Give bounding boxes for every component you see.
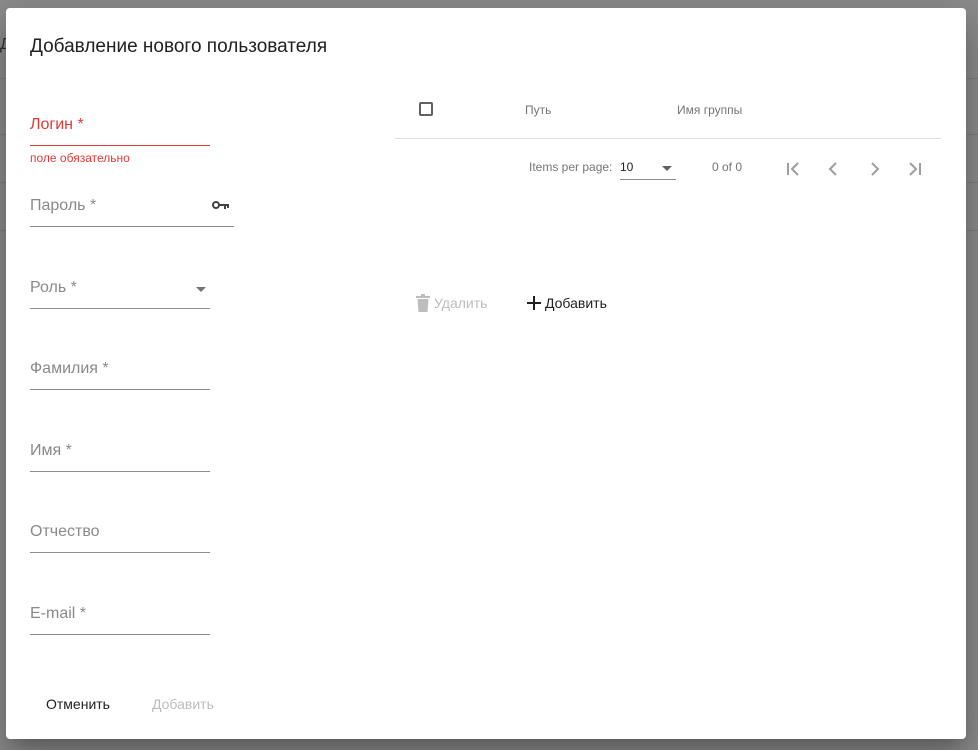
last-name-label: Фамилия * [30,360,109,377]
items-per-page-underline [620,179,676,180]
email-underline [30,634,210,635]
last-page-icon[interactable] [905,160,923,178]
add-user-dialog: Добавление нового пользователя Логин * п… [6,8,966,739]
login-error: поле обязательно [30,151,130,165]
middle-name-label: Отчество [30,523,100,540]
cancel-button[interactable]: Отменить [46,696,110,712]
role-label: Роль * [30,279,77,296]
password-label: Пароль * [30,197,97,214]
last-name-underline [30,389,210,390]
middle-name-field[interactable]: Отчество [30,513,210,553]
middle-name-underline [30,552,210,553]
add-group-label: Добавить [545,295,607,311]
table-header-divider [395,138,941,139]
last-name-field[interactable]: Фамилия * [30,350,210,390]
column-header-path[interactable]: Путь [525,103,551,117]
role-select[interactable]: Роль * [30,269,210,309]
items-per-page-select[interactable]: 10 [620,154,676,180]
delete-group-button[interactable]: Удалить [416,292,487,314]
first-name-label: Имя * [30,442,72,459]
items-per-page-label: Items per page: [529,160,613,174]
email-label: E-mail * [30,605,87,622]
next-page-icon[interactable] [865,160,883,178]
login-field[interactable]: Логин * [30,106,210,146]
dialog-title: Добавление нового пользователя [30,36,328,57]
plus-icon [527,296,541,310]
chevron-down-icon [196,287,206,292]
email-field[interactable]: E-mail * [30,595,210,635]
page-range-label: 0 of 0 [712,160,743,174]
items-per-page-value: 10 [620,160,634,174]
login-underline [30,145,210,146]
chevron-down-icon [662,166,672,171]
trash-icon [416,294,430,312]
column-header-group-name[interactable]: Имя группы [677,103,742,117]
login-label: Логин * [30,116,84,133]
first-name-underline [30,471,210,472]
previous-page-icon[interactable] [825,160,843,178]
password-underline [30,226,234,227]
password-field[interactable]: Пароль * [30,187,234,227]
delete-group-label: Удалить [434,295,488,311]
first-page-icon[interactable] [785,160,803,178]
key-icon[interactable] [212,199,230,211]
role-underline [30,308,210,309]
select-all-checkbox[interactable] [419,102,433,116]
submit-add-user-button[interactable]: Добавить [152,696,214,712]
add-group-button[interactable]: Добавить [527,292,607,314]
first-name-field[interactable]: Имя * [30,432,210,472]
